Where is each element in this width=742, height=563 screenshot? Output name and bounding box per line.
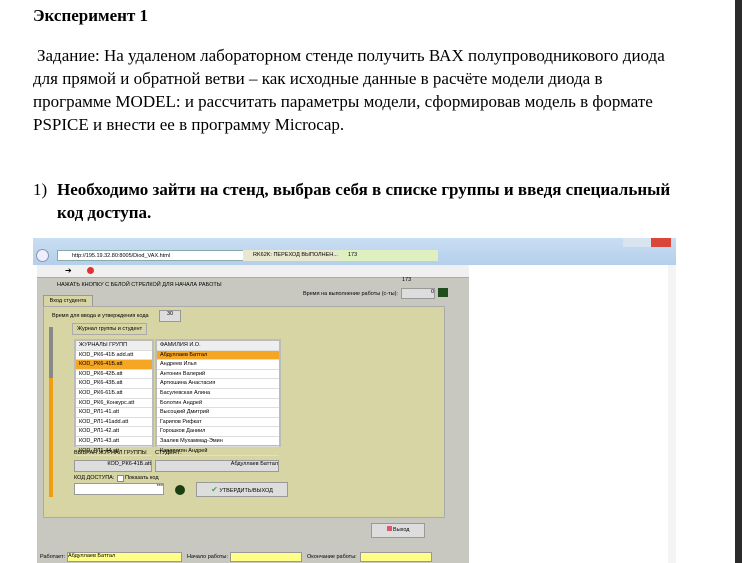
time-value: 0 <box>401 288 435 299</box>
show-code-label: Показать код <box>125 475 159 481</box>
student-label: СТУДЕНТ: <box>155 450 182 456</box>
confirm-button[interactable]: ✔ УТВЕРДИТЬ/ВЫХОД <box>196 482 288 497</box>
list-item[interactable]: КОD_РЛ1-42.att <box>76 427 152 437</box>
list-item[interactable]: КОD_РК6_Конкурс.att <box>76 399 152 409</box>
list-item[interactable]: КОD_РК6-43Б.att <box>76 379 152 389</box>
end-field <box>360 552 432 562</box>
list-item[interactable]: Артюшина Анастасия <box>157 379 279 389</box>
code-led <box>175 485 185 495</box>
list-item[interactable]: Антонин Валерий <box>157 370 279 380</box>
step-number: 1) <box>33 180 48 199</box>
end-label: Окончание работы: <box>307 554 357 560</box>
counter: 173 <box>402 277 412 283</box>
list-item[interactable]: Высоцкий Дмитрий <box>157 408 279 418</box>
list-item[interactable]: КОD_РЛ1-41.att <box>76 408 152 418</box>
maximize-icon <box>637 238 651 247</box>
list-item[interactable]: Абдуллаев Баттал <box>157 350 279 361</box>
list-item[interactable]: КОD_РЛ1-41add.att <box>76 418 152 428</box>
list-item[interactable]: Горошков Даниил <box>157 427 279 437</box>
confirm-label: УТВЕРДИТЬ/ВЫХОД <box>219 488 273 494</box>
time-label: Время на выполнение работы (с-ты): <box>303 291 398 297</box>
run-arrow-icon: ➔ <box>65 266 72 275</box>
list-item[interactable]: КОD_РК6-61Б.att <box>76 389 152 399</box>
list-item[interactable]: Болотин Андрей <box>157 399 279 409</box>
check-icon: ✔ <box>211 485 218 494</box>
list-item[interactable]: Гарипов Рифкат <box>157 418 279 428</box>
step-text: Необходимо зайти на стенд, выбрав себя в… <box>57 180 671 222</box>
working-field: Абдуллаев Баттал <box>67 552 182 562</box>
students-header: ФАМИЛИЯ И.О. <box>157 341 279 351</box>
selected-group-label: ВЫБРАН ЖУРНАЛ ГРУППЫ <box>74 450 147 456</box>
student-field: Абдуллаев Баттал <box>155 460 279 472</box>
list-item[interactable]: Андреев Илья <box>157 360 279 370</box>
embedded-screenshot: http://195.19.32.80:8005/Diod_VAX.html R… <box>33 238 676 563</box>
show-code-checkbox[interactable] <box>117 475 124 482</box>
access-code-input[interactable]: *** <box>74 483 164 495</box>
browser-tab-1: RK62K: ПЕРЕХОД ВЫПОЛНЕН... <box>243 250 338 261</box>
list-item[interactable]: Заалев Мухаммад-Эмин <box>157 437 279 447</box>
right-edge-strip <box>735 0 742 563</box>
start-field <box>230 552 302 562</box>
address-bar: http://195.19.32.80:8005/Diod_VAX.html <box>57 250 257 261</box>
back-icon <box>36 249 49 262</box>
labview-panel: ➔ НАЖАТЬ КНОПКУ С БЕЛОЙ СТРЕЛКОЙ ДЛЯ НАЧ… <box>37 265 469 563</box>
exit-label: Выход <box>393 527 410 533</box>
browser-tab-2: 173 <box>338 250 438 261</box>
list-item[interactable]: КОD_РК6-41Б add.att <box>76 351 152 361</box>
browser-chrome: http://195.19.32.80:8005/Diod_VAX.html R… <box>33 238 676 265</box>
code-time-label: Время для ввода и утверждения кода <box>52 313 149 319</box>
access-code-label: КОД ДОСТУПА: <box>74 475 115 481</box>
stop-square-icon <box>386 526 392 531</box>
list-item[interactable]: Басулевская Алина <box>157 389 279 399</box>
code-time-value: 30 <box>159 310 181 322</box>
progress-bar <box>49 327 53 497</box>
minimize-icon <box>623 238 637 247</box>
students-list[interactable]: ФАМИЛИЯ И.О. Абдуллаев Баттал Андреев Ил… <box>155 339 281 457</box>
status-led <box>438 288 448 297</box>
close-icon <box>651 238 671 247</box>
selected-group-field: КОD_РК6-41Б.att <box>74 460 152 472</box>
instruction-text: НАЖАТЬ КНОПКУ С БЕЛОЙ СТРЕЛКОЙ ДЛЯ НАЧАЛ… <box>57 282 222 288</box>
list-item[interactable]: КОD_РК6-41Б.att <box>76 360 152 370</box>
page-title: Эксперимент 1 <box>33 6 149 25</box>
subtab-journal[interactable]: Журнал группы и студент <box>72 323 148 335</box>
groups-list[interactable]: ЖУРНАЛЫ ГРУПП КОD_РК6-41Б add.att КОD_РК… <box>74 339 154 457</box>
step-item: 1) Необходимо зайти на стенд, выбрав себ… <box>33 178 673 224</box>
stop-icon <box>87 267 94 274</box>
start-label: Начало работы: <box>187 554 228 560</box>
list-item[interactable]: КОD_РК6-42Б.att <box>76 370 152 380</box>
list-item[interactable]: КОD_РЛ1-43.att <box>76 437 152 447</box>
working-label: Работает: <box>40 554 66 560</box>
login-panel: Время для ввода и утверждения кода 30 Жу… <box>43 306 445 518</box>
scrollbar <box>668 265 676 563</box>
exit-button[interactable]: Выход <box>371 523 425 538</box>
task-paragraph: Задание: На удаленом лабораторном стенде… <box>33 46 665 134</box>
groups-header: ЖУРНАЛЫ ГРУПП <box>76 341 152 351</box>
